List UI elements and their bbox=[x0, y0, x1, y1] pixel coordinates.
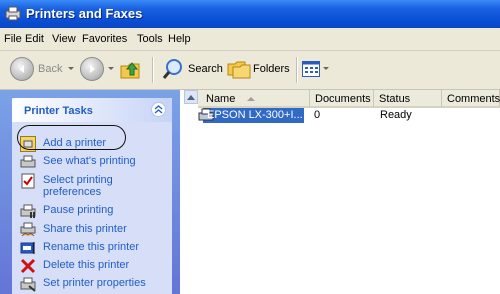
toolbar-separator bbox=[296, 57, 298, 83]
task-label: Pause printing bbox=[43, 204, 114, 216]
column-label: Status bbox=[379, 93, 411, 105]
forward-arrow-icon bbox=[90, 65, 95, 73]
printer-tasks-header[interactable]: Printer Tasks bbox=[12, 98, 172, 122]
status-cell: Ready bbox=[380, 109, 412, 121]
title-bar[interactable]: Printers and Faxes bbox=[0, 0, 500, 28]
preferences-icon bbox=[21, 173, 35, 189]
table-row[interactable]: EPSON LX-300+I... 0 Ready bbox=[198, 108, 500, 124]
back-button[interactable] bbox=[10, 57, 34, 81]
documents-cell: 0 bbox=[314, 109, 321, 121]
views-icon[interactable] bbox=[302, 61, 320, 77]
menu-tools[interactable]: Tools bbox=[137, 33, 163, 45]
task-label: Share this printer bbox=[43, 223, 127, 235]
up-folder-icon[interactable] bbox=[119, 58, 143, 82]
column-header-name[interactable]: Name bbox=[198, 90, 310, 108]
column-label: Name bbox=[206, 93, 236, 105]
printer-tasks-title: Printer Tasks bbox=[24, 105, 93, 117]
menu-favorites[interactable]: Favorites bbox=[82, 33, 127, 45]
folders-button[interactable]: Folders bbox=[253, 63, 290, 75]
delete-x-icon bbox=[20, 258, 36, 274]
menu-edit[interactable]: Edit bbox=[25, 33, 44, 45]
task-label: Select printing preferences bbox=[43, 174, 113, 198]
printer-name: EPSON LX-300+I... bbox=[207, 109, 302, 121]
printer-list: Name Documents Status Comments EPSON LX-… bbox=[198, 90, 500, 294]
scroll-up-button[interactable] bbox=[184, 90, 198, 104]
forward-button[interactable] bbox=[80, 57, 104, 81]
task-pane: Printer Tasks Add a printer See what's p… bbox=[0, 90, 180, 294]
column-label: Comments bbox=[447, 93, 500, 105]
menu-bar: File Edit View Favorites Tools Help bbox=[0, 28, 500, 51]
folders-icon[interactable] bbox=[227, 59, 251, 79]
toolbar: Back Search Folders bbox=[0, 51, 500, 90]
column-label: Documents bbox=[315, 93, 371, 105]
collapse-button[interactable] bbox=[151, 102, 166, 117]
pause-printer-icon bbox=[20, 204, 36, 218]
column-header-status[interactable]: Status bbox=[374, 90, 442, 108]
task-label: Set printer properties bbox=[43, 277, 146, 289]
forward-dropdown-icon[interactable] bbox=[108, 67, 114, 70]
back-dropdown-icon[interactable] bbox=[68, 67, 74, 70]
task-label: Delete this printer bbox=[43, 259, 130, 271]
rename-icon bbox=[20, 242, 35, 254]
column-header-documents[interactable]: Documents bbox=[310, 90, 374, 108]
task-label: Rename this printer bbox=[43, 241, 139, 253]
menu-view[interactable]: View bbox=[52, 33, 76, 45]
scroll-up-arrow-icon bbox=[187, 95, 195, 100]
chevron-up-icon bbox=[154, 105, 163, 114]
share-printer-icon bbox=[20, 222, 36, 237]
print-queue-icon bbox=[20, 155, 36, 168]
column-header-comments[interactable]: Comments bbox=[442, 90, 500, 108]
back-label[interactable]: Back bbox=[38, 63, 62, 75]
toolbar-separator bbox=[152, 57, 154, 83]
sort-ascending-icon bbox=[247, 97, 256, 102]
window-title: Printers and Faxes bbox=[26, 6, 143, 21]
menu-help[interactable]: Help bbox=[168, 33, 191, 45]
task-label: See what's printing bbox=[43, 155, 136, 167]
properties-icon bbox=[20, 277, 36, 292]
menu-file[interactable]: File bbox=[4, 33, 22, 45]
search-button[interactable]: Search bbox=[188, 63, 223, 75]
printer-folder-icon bbox=[5, 6, 21, 21]
views-dropdown-icon[interactable] bbox=[323, 67, 329, 70]
search-icon[interactable] bbox=[162, 58, 184, 80]
back-arrow-icon bbox=[19, 65, 24, 73]
highlight-oval bbox=[17, 125, 126, 150]
